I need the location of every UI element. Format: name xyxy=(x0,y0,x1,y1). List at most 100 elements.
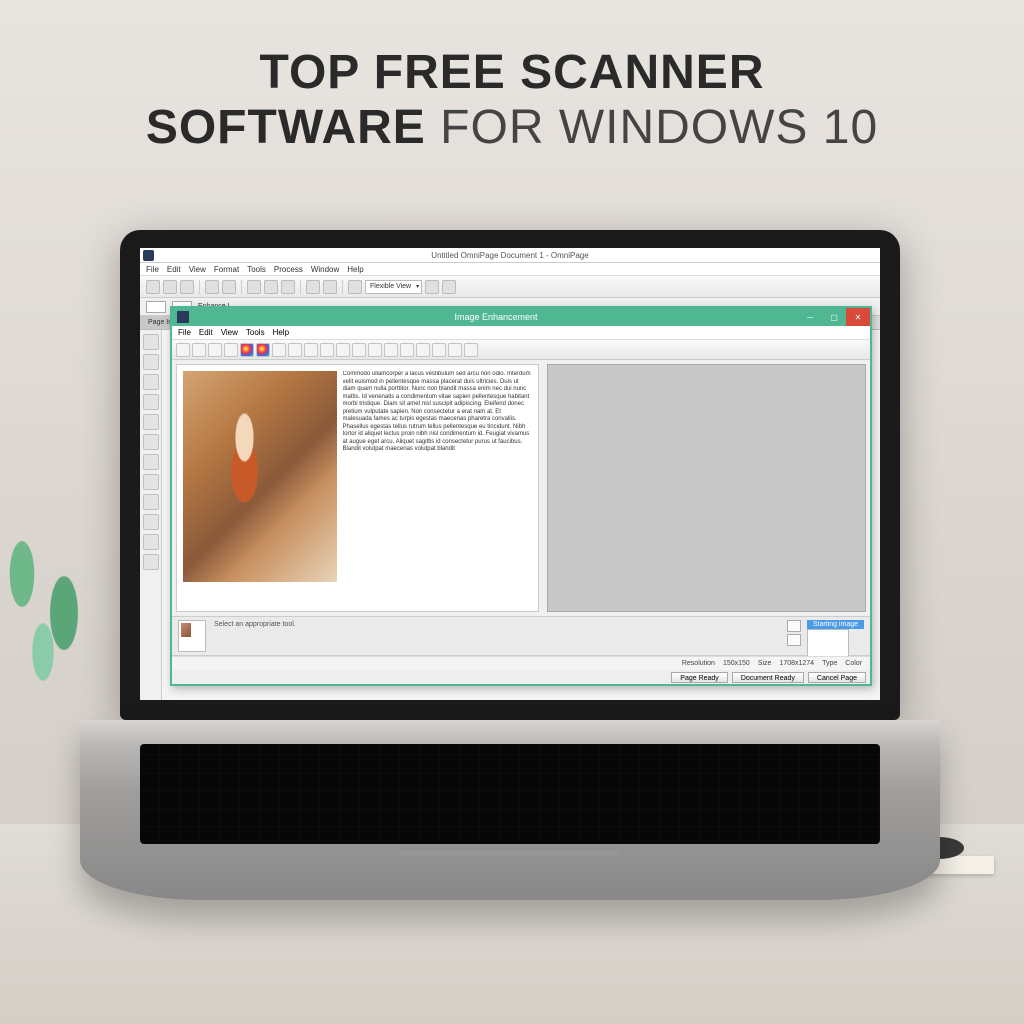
menu-file[interactable]: File xyxy=(146,265,159,274)
vtool-button[interactable] xyxy=(143,334,159,350)
dialog-menu-tools[interactable]: Tools xyxy=(246,328,265,337)
main-toolbar: Flexible View xyxy=(140,276,880,298)
dialog-menu-view[interactable]: View xyxy=(221,328,238,337)
toolbar-settings-button[interactable] xyxy=(425,280,439,294)
tool-color-icon[interactable] xyxy=(240,343,254,357)
toolbar-help-button[interactable] xyxy=(442,280,456,294)
toolbar-email-button[interactable] xyxy=(222,280,236,294)
status-type-value: Color xyxy=(845,660,862,667)
preview-text: Commodo ullamcorper a lacus vestibulum s… xyxy=(343,371,532,605)
hero-line1: TOP FREE SCANNER xyxy=(260,46,765,99)
history-hint: Select an appropriate tool. xyxy=(214,620,779,628)
toolbar-cut-button[interactable] xyxy=(247,280,261,294)
toolbar-redo-button[interactable] xyxy=(323,280,337,294)
vtool-button[interactable] xyxy=(143,354,159,370)
view-mode-label: Flexible View xyxy=(370,283,411,290)
history-thumbnail[interactable] xyxy=(178,620,206,652)
dialog-button-row: Page Ready Document Ready Cancel Page xyxy=(172,670,870,684)
laptop-hinge-notch xyxy=(400,850,620,856)
menu-edit[interactable]: Edit xyxy=(167,265,181,274)
tool-auto-crop-icon[interactable] xyxy=(448,343,462,357)
main-window-title: Untitled OmniPage Document 1 - OmniPage xyxy=(431,251,588,260)
toolbar-print-button[interactable] xyxy=(205,280,219,294)
toolbar-paste-button[interactable] xyxy=(281,280,295,294)
vtool-button[interactable] xyxy=(143,554,159,570)
vtool-button[interactable] xyxy=(143,514,159,530)
vtool-button[interactable] xyxy=(143,374,159,390)
tool-pointer-icon[interactable] xyxy=(176,343,190,357)
toolbar-separator xyxy=(300,280,301,294)
laptop-screen: Untitled OmniPage Document 1 - OmniPage … xyxy=(140,248,880,700)
document-ready-button[interactable]: Document Ready xyxy=(732,672,804,683)
laptop-keyboard xyxy=(140,744,880,844)
history-nav-buttons xyxy=(787,620,801,646)
toolbar-copy-button[interactable] xyxy=(264,280,278,294)
window-buttons: ─ ▢ ✕ xyxy=(798,308,870,326)
menu-process[interactable]: Process xyxy=(274,265,303,274)
status-size-value: 1708x1274 xyxy=(779,660,814,667)
tool-clean-icon[interactable] xyxy=(352,343,366,357)
laptop-base xyxy=(80,720,940,900)
vtool-button[interactable] xyxy=(143,494,159,510)
view-mode-dropdown[interactable]: Flexible View xyxy=(365,280,422,294)
history-next-button[interactable] xyxy=(787,634,801,646)
workflow-step-button[interactable] xyxy=(146,301,166,313)
tool-flip-icon[interactable] xyxy=(320,343,334,357)
menu-format[interactable]: Format xyxy=(214,265,239,274)
dialog-body: Commodo ullamcorper a lacus vestibulum s… xyxy=(172,360,870,616)
tool-brightness-icon[interactable] xyxy=(256,343,270,357)
toolbar-new-button[interactable] xyxy=(146,280,160,294)
tool-3d-deskew-icon[interactable] xyxy=(432,343,446,357)
menu-tools[interactable]: Tools xyxy=(247,265,266,274)
history-prev-button[interactable] xyxy=(787,620,801,632)
history-right-group: Starting image xyxy=(787,620,864,661)
minimize-button[interactable]: ─ xyxy=(798,308,822,326)
dialog-menu-edit[interactable]: Edit xyxy=(199,328,213,337)
status-resolution-label: Resolution xyxy=(682,660,715,667)
tool-rotate-right-icon[interactable] xyxy=(288,343,302,357)
laptop-bezel: Untitled OmniPage Document 1 - OmniPage … xyxy=(120,230,900,720)
page-ready-button[interactable]: Page Ready xyxy=(671,672,728,683)
status-resolution-value: 150x150 xyxy=(723,660,750,667)
dialog-title: Image Enhancement xyxy=(194,312,798,322)
tool-fill-icon[interactable] xyxy=(384,343,398,357)
toolbar-open-button[interactable] xyxy=(163,280,177,294)
main-titlebar: Untitled OmniPage Document 1 - OmniPage xyxy=(140,248,880,263)
dialog-app-icon xyxy=(177,311,189,323)
menu-help[interactable]: Help xyxy=(347,265,363,274)
menu-view[interactable]: View xyxy=(189,265,206,274)
vtool-button[interactable] xyxy=(143,394,159,410)
hero-line2-rest: FOR WINDOWS 10 xyxy=(426,101,878,154)
preview-photo xyxy=(183,371,337,582)
tool-despeckle-icon[interactable] xyxy=(336,343,350,357)
vtool-button[interactable] xyxy=(143,454,159,470)
tool-contrast-icon[interactable] xyxy=(400,343,414,357)
tool-settings-icon[interactable] xyxy=(464,343,478,357)
toolbar-undo-button[interactable] xyxy=(306,280,320,294)
menu-window[interactable]: Window xyxy=(311,265,339,274)
result-pane xyxy=(547,364,866,612)
toolbar-save-button[interactable] xyxy=(180,280,194,294)
dialog-menu-help[interactable]: Help xyxy=(273,328,289,337)
vtool-button[interactable] xyxy=(143,414,159,430)
tool-crop-icon[interactable] xyxy=(224,343,238,357)
tool-zoom-out-icon[interactable] xyxy=(208,343,222,357)
tool-zoom-icon[interactable] xyxy=(192,343,206,357)
vtool-button[interactable] xyxy=(143,434,159,450)
maximize-button[interactable]: ▢ xyxy=(822,308,846,326)
cancel-page-button[interactable]: Cancel Page xyxy=(808,672,866,683)
hero-line2-bold: SOFTWARE xyxy=(146,101,426,154)
vtool-button[interactable] xyxy=(143,474,159,490)
toolbar-zoom-button[interactable] xyxy=(348,280,362,294)
tool-deskew-icon[interactable] xyxy=(304,343,318,357)
tool-resolution-icon[interactable] xyxy=(416,343,430,357)
dialog-menubar: File Edit View Tools Help xyxy=(172,326,870,340)
dialog-menu-file[interactable]: File xyxy=(178,328,191,337)
close-button[interactable]: ✕ xyxy=(846,308,870,326)
vtool-button[interactable] xyxy=(143,534,159,550)
image-enhancement-dialog: Image Enhancement ─ ▢ ✕ File Edit View T… xyxy=(170,306,872,686)
tool-rotate-left-icon[interactable] xyxy=(272,343,286,357)
preview-pane[interactable]: Commodo ullamcorper a lacus vestibulum s… xyxy=(176,364,539,612)
dialog-titlebar[interactable]: Image Enhancement ─ ▢ ✕ xyxy=(172,308,870,326)
tool-erase-icon[interactable] xyxy=(368,343,382,357)
